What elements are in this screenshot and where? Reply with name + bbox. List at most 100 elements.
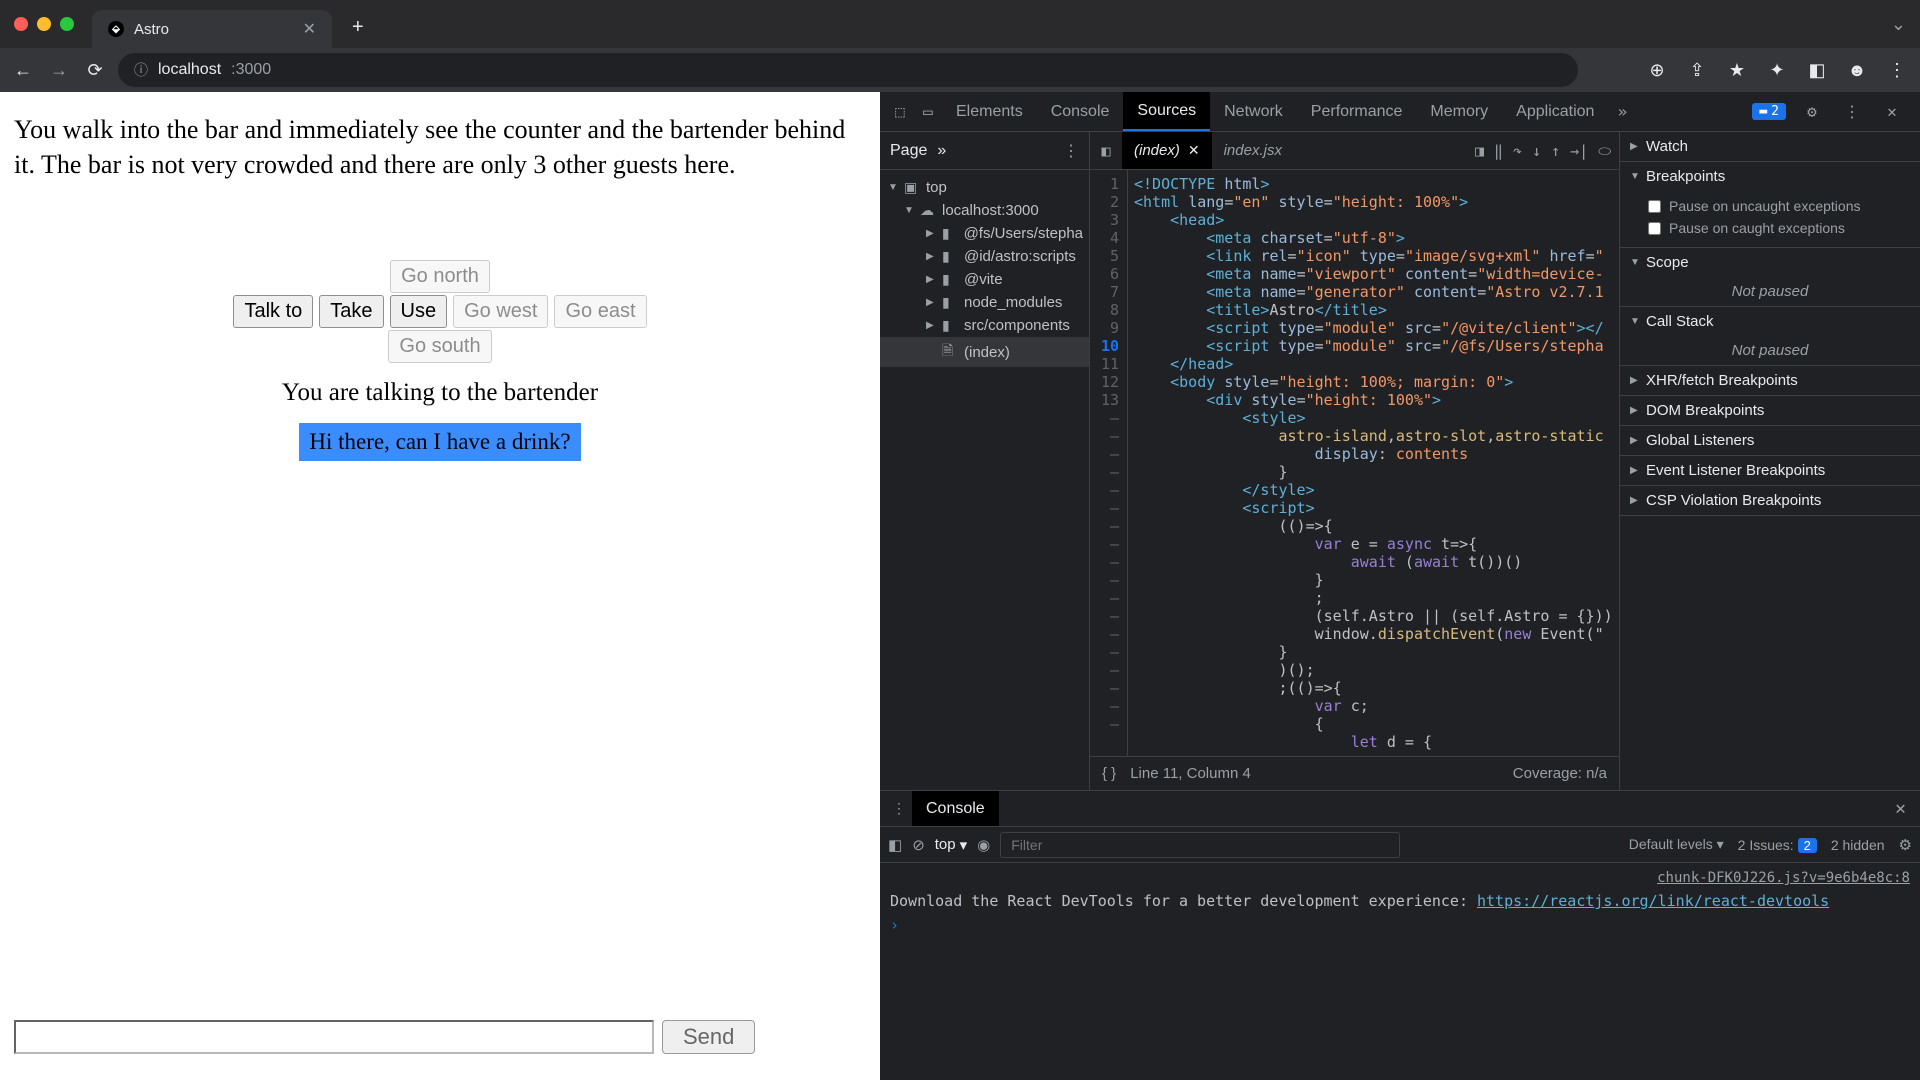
close-devtools-icon[interactable]: ✕: [1878, 102, 1906, 121]
tree-folder[interactable]: ▶▮@fs/Users/stepha: [880, 222, 1089, 245]
close-drawer-icon[interactable]: ✕: [1887, 798, 1914, 819]
console-filter-input[interactable]: [1000, 832, 1400, 858]
tab-performance[interactable]: Performance: [1297, 92, 1417, 131]
tree-host[interactable]: ▼☁localhost:3000: [880, 199, 1089, 222]
device-mode-icon[interactable]: ▭: [914, 102, 942, 121]
reload-icon[interactable]: ⟳: [82, 60, 108, 81]
console-source-row: chunk-DFK0J226.js?v=9e6b4e8c:8: [890, 867, 1910, 889]
live-expr-icon[interactable]: ◉: [977, 836, 990, 854]
tab-console[interactable]: Console: [1037, 92, 1124, 131]
issues-count[interactable]: 2 Issues: 2: [1738, 837, 1817, 853]
tab-application[interactable]: Application: [1502, 92, 1608, 131]
clear-console-icon[interactable]: ⊘: [912, 836, 925, 854]
talk-to-button[interactable]: Talk to: [233, 295, 313, 328]
dom-bp-section[interactable]: ▶DOM Breakpoints: [1620, 396, 1920, 425]
console-prompt[interactable]: ›: [890, 913, 1910, 937]
step-out-icon[interactable]: ↑: [1551, 142, 1560, 160]
tab-memory[interactable]: Memory: [1416, 92, 1502, 131]
devtools-panel: ⬚ ▭ Elements Console Sources Network Per…: [880, 92, 1920, 1080]
browser-tab[interactable]: ⬙ Astro ✕: [92, 10, 332, 48]
breakpoints-section[interactable]: ▼Breakpoints: [1620, 162, 1920, 191]
nav-kebab-icon[interactable]: ⋮: [1063, 141, 1079, 161]
sources-editor: ◧ (index)✕ index.jsx ◨ ‖ ↷ ↓ ↑ →| ⬭ 1234…: [1090, 132, 1620, 790]
callstack-section[interactable]: ▼Call Stack: [1620, 307, 1920, 336]
more-tabs-icon[interactable]: »: [1608, 102, 1636, 121]
tree-folder[interactable]: ▶▮src/components: [880, 314, 1089, 337]
toggle-debugger-icon[interactable]: ◨: [1475, 142, 1484, 160]
minimize-window-icon[interactable]: [37, 17, 51, 31]
pause-caught-checkbox[interactable]: Pause on caught exceptions: [1648, 217, 1910, 239]
site-info-icon[interactable]: ⓘ: [134, 60, 148, 80]
share-icon[interactable]: ⇪: [1684, 60, 1710, 81]
back-icon[interactable]: ←: [10, 60, 36, 81]
tree-top[interactable]: ▼▣top: [880, 176, 1089, 199]
send-button[interactable]: Send: [662, 1020, 755, 1054]
global-listeners-section[interactable]: ▶Global Listeners: [1620, 426, 1920, 455]
sidebar-toggle-icon[interactable]: ◧: [888, 836, 902, 854]
take-button[interactable]: Take: [319, 295, 383, 328]
extensions-icon[interactable]: ✦: [1764, 60, 1790, 81]
event-listener-bp-section[interactable]: ▶Event Listener Breakpoints: [1620, 456, 1920, 485]
drawer-kebab-icon[interactable]: ⋮: [886, 801, 912, 817]
tree-file-index[interactable]: 🗎(index): [880, 337, 1089, 367]
dialog-option[interactable]: Hi there, can I have a drink?: [299, 423, 580, 461]
tab-network[interactable]: Network: [1210, 92, 1297, 131]
zoom-icon[interactable]: ⊕: [1644, 60, 1670, 81]
go-west-button[interactable]: Go west: [453, 295, 548, 328]
xhr-bp-section[interactable]: ▶XHR/fetch Breakpoints: [1620, 366, 1920, 395]
console-context[interactable]: top ▾: [935, 836, 967, 854]
drawer-console-tab[interactable]: Console: [912, 791, 999, 826]
step-into-icon[interactable]: ↓: [1532, 142, 1541, 160]
console-gear-icon[interactable]: ⚙: [1899, 836, 1912, 854]
csp-bp-section[interactable]: ▶CSP Violation Breakpoints: [1620, 486, 1920, 515]
go-south-button[interactable]: Go south: [388, 330, 491, 363]
deactivate-bp-icon[interactable]: ⬭: [1598, 142, 1611, 160]
issues-badge[interactable]: ▬ 2: [1752, 103, 1786, 120]
kebab-menu-icon[interactable]: ⋮: [1838, 102, 1866, 121]
forward-icon[interactable]: →: [46, 60, 72, 81]
close-tab-icon[interactable]: ✕: [303, 19, 316, 39]
url-host: localhost: [158, 61, 221, 79]
tab-sources[interactable]: Sources: [1123, 92, 1210, 131]
scope-section[interactable]: ▼Scope: [1620, 248, 1920, 277]
side-panel-icon[interactable]: ◧: [1804, 60, 1830, 81]
go-east-button[interactable]: Go east: [554, 295, 646, 328]
console-drawer: ⋮ Console ✕ ◧ ⊘ top ▾ ◉ Default levels ▾…: [880, 790, 1920, 1080]
menu-icon[interactable]: ⋮: [1884, 60, 1910, 81]
editor-tab-indexjsx[interactable]: index.jsx: [1212, 132, 1294, 169]
bookmark-star-icon[interactable]: ★: [1724, 60, 1750, 81]
watch-section[interactable]: ▶Watch: [1620, 132, 1920, 161]
new-tab-button[interactable]: +: [352, 16, 364, 39]
use-button[interactable]: Use: [390, 295, 448, 328]
browser-toolbar: ← → ⟳ ⓘ localhost:3000 ⊕ ⇪ ★ ✦ ◧ ☻ ⋮: [0, 48, 1920, 92]
settings-gear-icon[interactable]: ⚙: [1798, 102, 1826, 121]
inspect-icon[interactable]: ⬚: [886, 102, 914, 121]
step-icon[interactable]: →|: [1570, 142, 1588, 160]
editor-tab-index[interactable]: (index)✕: [1122, 132, 1212, 169]
nav-page-tab[interactable]: Page: [890, 142, 927, 160]
console-log-row: Download the React DevTools for a better…: [890, 889, 1910, 913]
tree-folder[interactable]: ▶▮@id/astro:scripts: [880, 245, 1089, 268]
url-bar[interactable]: ⓘ localhost:3000: [118, 53, 1578, 87]
log-link[interactable]: https://reactjs.org/link/react-devtools: [1477, 892, 1829, 910]
sources-navigator: Page » ⋮ ▼▣top ▼☁localhost:3000 ▶▮@fs/Us…: [880, 132, 1090, 790]
maximize-window-icon[interactable]: [60, 17, 74, 31]
format-icon[interactable]: { }: [1102, 765, 1116, 782]
toggle-navigator-icon[interactable]: ◧: [1090, 142, 1122, 160]
nav-more-icon[interactable]: »: [937, 142, 946, 160]
pause-uncaught-checkbox[interactable]: Pause on uncaught exceptions: [1648, 195, 1910, 217]
game-input[interactable]: [14, 1020, 654, 1054]
step-over-icon[interactable]: ↷: [1513, 142, 1522, 160]
code-body[interactable]: <!DOCTYPE html><html lang="en" style="he…: [1128, 170, 1619, 756]
tree-folder[interactable]: ▶▮node_modules: [880, 291, 1089, 314]
chevron-down-icon[interactable]: ⌄: [1891, 14, 1906, 35]
tab-elements[interactable]: Elements: [942, 92, 1037, 131]
pause-icon[interactable]: ‖: [1494, 142, 1503, 160]
tree-folder[interactable]: ▶▮@vite: [880, 268, 1089, 291]
log-levels[interactable]: Default levels ▾: [1629, 836, 1724, 853]
log-source-link[interactable]: chunk-DFK0J226.js?v=9e6b4e8c:8: [1657, 870, 1910, 886]
close-icon[interactable]: ✕: [1188, 142, 1200, 159]
close-window-icon[interactable]: [14, 17, 28, 31]
profile-icon[interactable]: ☻: [1844, 60, 1870, 81]
go-north-button[interactable]: Go north: [390, 260, 490, 293]
